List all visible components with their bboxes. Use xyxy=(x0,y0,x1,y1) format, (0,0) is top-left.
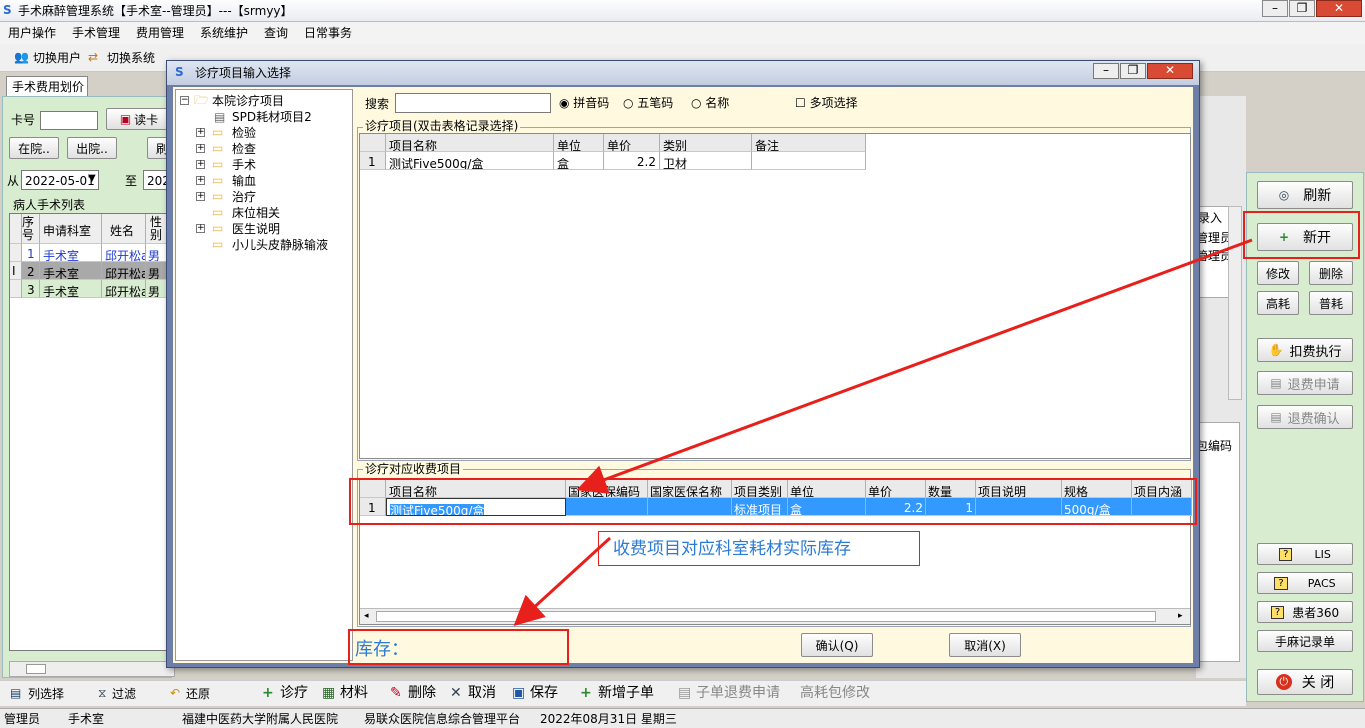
annotation-arrows xyxy=(513,238,1253,627)
arrow-new-to-fee xyxy=(576,238,1253,494)
arrow-callout-to-stock xyxy=(513,536,612,627)
